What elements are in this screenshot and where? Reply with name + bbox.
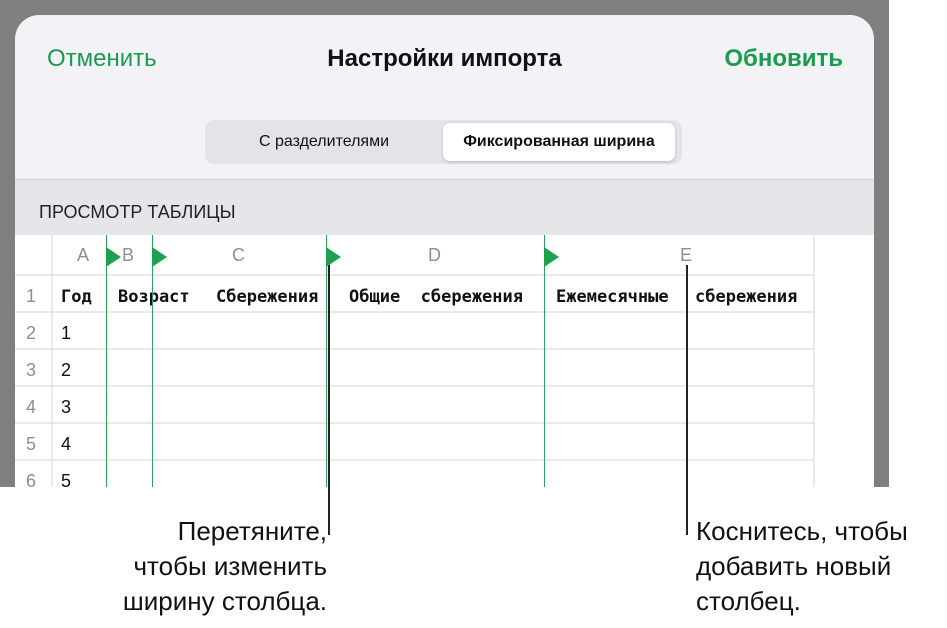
header-text-age: Возраст: [118, 287, 190, 307]
update-button[interactable]: Обновить: [724, 45, 843, 73]
callout-leader-line: [686, 265, 688, 535]
import-settings-sheet: Отменить Настройки импорта Обновить С ра…: [15, 15, 874, 487]
table-preview: A B C D E 1 2 3 4 5 6 Год Возраст Сбереж…: [15, 235, 874, 487]
callout-text: столбец.: [696, 586, 801, 616]
section-label: ПРОСМОТР ТАБЛИЦЫ: [39, 202, 236, 222]
header-text-total-savings: Общие сбережения: [349, 287, 523, 307]
column-divider[interactable]: [152, 235, 153, 487]
header-text-year: Год: [61, 287, 92, 307]
row-header-1: 1: [26, 286, 37, 306]
fixed-width-option[interactable]: Фиксированная ширина: [443, 123, 675, 161]
import-mode-segmented-control: С разделителями Фиксированная ширина: [205, 120, 682, 164]
column-divider[interactable]: [106, 235, 107, 487]
callout-text: добавить новый: [696, 551, 892, 581]
column-divider-handle[interactable]: [152, 247, 167, 267]
header-text-monthly-savings: сбережения: [695, 287, 798, 307]
cell-value: 5: [61, 471, 72, 487]
column-divider[interactable]: [326, 235, 327, 487]
tap-callout: Коснитесь, чтобы добавить новый столбец.: [696, 514, 908, 619]
column-header-b: B: [122, 245, 135, 265]
callout-leader-line: [328, 265, 330, 535]
delimited-option[interactable]: С разделителями: [208, 123, 440, 161]
grid-lines: [15, 235, 815, 487]
cell-value: 1: [61, 323, 72, 343]
cell-value: 2: [61, 360, 72, 380]
callout-text: Перетяните,: [177, 516, 327, 546]
column-divider-handle[interactable]: [106, 247, 121, 267]
column-divider-handle[interactable]: [326, 247, 341, 267]
column-header-c: C: [232, 245, 245, 265]
row-header-6: 6: [26, 471, 37, 487]
column-header-a: A: [77, 245, 90, 265]
cell-value: 4: [61, 434, 72, 454]
table-preview-section-header: ПРОСМОТР ТАБЛИЦЫ: [15, 179, 874, 236]
cell-value: 3: [61, 397, 72, 417]
column-header-d: D: [428, 245, 441, 265]
column-header-e: E: [680, 245, 693, 265]
row-header-2: 2: [26, 323, 37, 343]
callout-text: Коснитесь, чтобы: [696, 516, 908, 546]
callout-text: ширину столбца.: [122, 586, 327, 616]
header-text-monthly: Ежемесячные: [556, 287, 669, 307]
callout-text: чтобы изменить: [133, 551, 327, 581]
row-header-5: 5: [26, 434, 37, 454]
column-divider-handle[interactable]: [544, 247, 559, 267]
screen-frame: Отменить Настройки импорта Обновить С ра…: [0, 0, 889, 487]
drag-callout: Перетяните, чтобы изменить ширину столбц…: [123, 514, 327, 619]
row-header-3: 3: [26, 360, 37, 380]
header-text-savings: Сбережения: [216, 287, 319, 307]
row-header-4: 4: [26, 397, 37, 417]
column-divider[interactable]: [544, 235, 545, 487]
